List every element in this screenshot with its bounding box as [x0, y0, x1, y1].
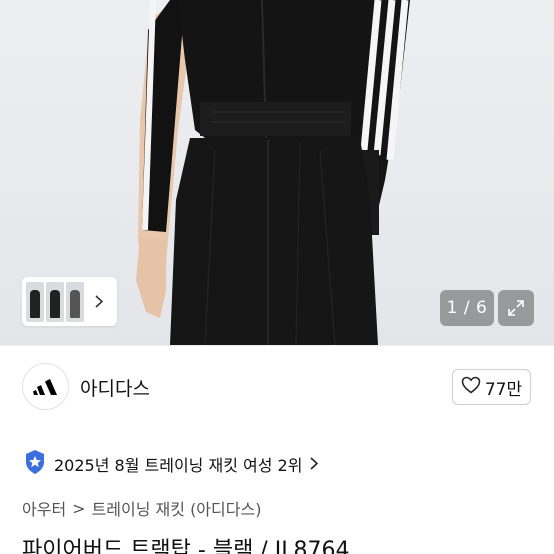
product-image-gallery[interactable]: 1 / 6	[0, 0, 554, 345]
chevron-right-icon[interactable]	[92, 292, 106, 312]
adidas-logo[interactable]	[22, 363, 69, 410]
breadcrumb-separator: >	[72, 498, 86, 518]
thumbnail[interactable]	[26, 281, 44, 322]
star-badge-icon	[24, 449, 46, 479]
heart-outline-icon	[461, 376, 481, 398]
brand-name[interactable]: 아디다스	[80, 374, 150, 401]
chevron-right-icon	[310, 455, 319, 474]
product-title: 파이어버드 트랙탑 - 블랙 / JL8764	[22, 538, 350, 554]
image-counter: 1 / 6	[440, 290, 494, 326]
ranking-link[interactable]: 2025년 8월 트레이닝 재킷 여성 2위	[24, 449, 319, 479]
ranking-text: 2025년 8월 트레이닝 재킷 여성 2위	[54, 456, 303, 475]
expand-icon[interactable]	[498, 290, 534, 326]
breadcrumb-item-outer[interactable]: 아우터	[22, 496, 66, 520]
breadcrumb: 아우터 > 트레이닝 재킷 (아디다스)	[22, 496, 261, 520]
thumbnail[interactable]	[46, 281, 64, 322]
like-button[interactable]: 77만	[452, 369, 531, 405]
like-count: 77만	[484, 379, 523, 400]
thumbnail[interactable]	[66, 281, 84, 322]
breadcrumb-item-training-jacket[interactable]: 트레이닝 재킷 (아디다스)	[92, 496, 262, 520]
thumbnail-strip[interactable]	[22, 277, 117, 326]
